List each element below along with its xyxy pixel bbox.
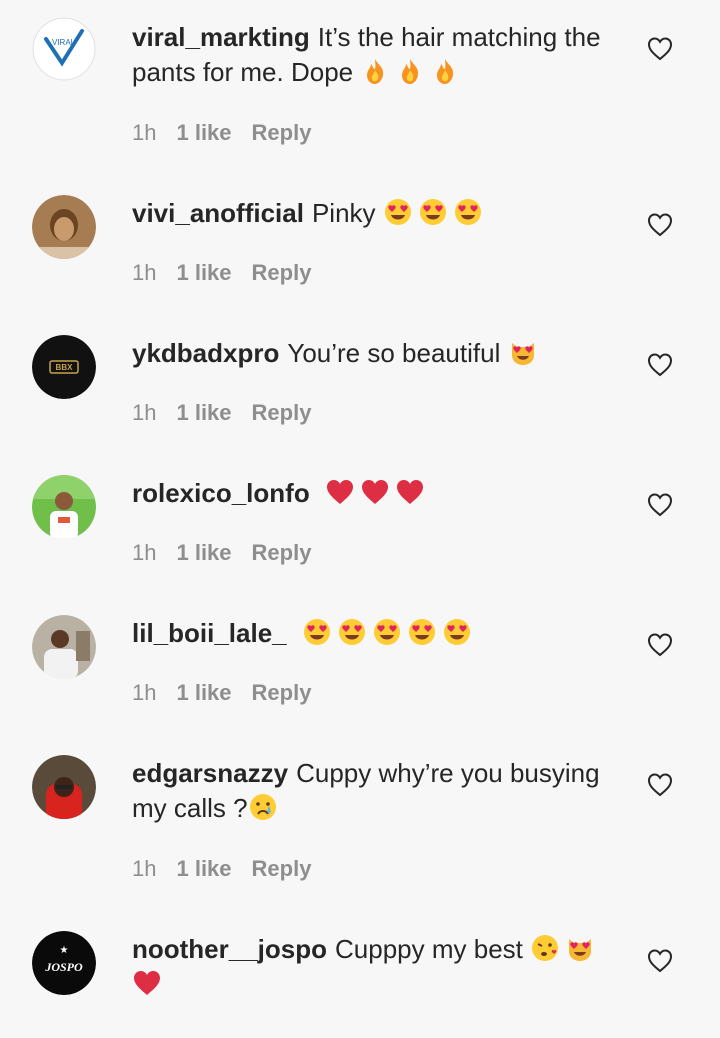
avatar[interactable] [32, 475, 96, 539]
avatar[interactable] [32, 615, 96, 679]
heart-outline-icon [647, 773, 673, 797]
comment-username[interactable]: edgarsnazzy [132, 758, 288, 788]
heart-eyes-emoji [407, 617, 437, 647]
kiss-emoji [530, 933, 560, 963]
like-button[interactable] [646, 35, 674, 63]
comment-username[interactable]: lil_boii_lale_ [132, 618, 287, 648]
avatar[interactable]: VIRAL [32, 17, 96, 81]
comment-likes[interactable]: 1 like [176, 538, 231, 568]
avatar[interactable] [32, 195, 96, 259]
comment-meta: 1h 1 like Reply [132, 118, 331, 148]
svg-text:★: ★ [60, 945, 69, 956]
comment-meta: 1h 1 like Reply [132, 854, 331, 884]
comment-body: Pinky [311, 198, 376, 228]
comment-likes[interactable]: 1 like [176, 678, 231, 708]
comment-username[interactable]: viral_markting [132, 22, 310, 52]
avatar[interactable]: BBX [32, 335, 96, 399]
comment-body: Cupppy my best [335, 934, 523, 964]
red-heart-emoji [325, 477, 355, 507]
reply-button[interactable]: Reply [252, 538, 312, 568]
reply-button[interactable]: Reply [252, 398, 312, 428]
comment-meta: 1h 1 like Reply [132, 538, 331, 568]
comment-time: 1h [132, 260, 157, 285]
comment-text: rolexico_lonfo [132, 476, 602, 511]
heart-outline-icon [647, 37, 673, 61]
heart-eyes-emoji [302, 617, 332, 647]
like-button[interactable] [646, 211, 674, 239]
reply-button[interactable]: Reply [252, 678, 312, 708]
fire-emoji [360, 56, 390, 86]
like-button[interactable] [646, 631, 674, 659]
heart-outline-icon [647, 353, 673, 377]
comment-text: vivi_anofficial Pinky [132, 196, 602, 231]
heart-outline-icon [647, 949, 673, 973]
like-button[interactable] [646, 771, 674, 799]
heart-eyes-emoji [337, 617, 367, 647]
reply-button[interactable]: Reply [252, 854, 312, 884]
heart-eyes-cat-emoji [565, 933, 595, 963]
heart-eyes-cat-emoji [508, 337, 538, 367]
heart-eyes-emoji [418, 197, 448, 227]
comment-list: VIRAL viral_markting It’s the hair matchi… [0, 0, 720, 1038]
fire-emoji [430, 56, 460, 86]
comment-likes[interactable]: 1 like [176, 854, 231, 884]
comment-username[interactable]: rolexico_lonfo [132, 478, 310, 508]
comment-text: noother__jospo Cupppy my best [132, 932, 602, 1002]
comment-time: 1h [132, 540, 157, 565]
like-button[interactable] [646, 351, 674, 379]
comment-meta: 1h 1 like Reply [132, 678, 331, 708]
red-heart-emoji [360, 477, 390, 507]
fire-emoji [395, 56, 425, 86]
comment-text: edgarsnazzy Cuppy why’re you busying my c… [132, 756, 602, 826]
comment-text: viral_markting It’s the hair matching the… [132, 20, 602, 90]
red-heart-emoji [395, 477, 425, 507]
comment-time: 1h [132, 680, 157, 705]
comment-likes[interactable]: 1 like [176, 258, 231, 288]
heart-eyes-emoji [383, 197, 413, 227]
reply-button[interactable]: Reply [252, 258, 312, 288]
comment-likes[interactable]: 1 like [176, 398, 231, 428]
comment-text: lil_boii_lale_ [132, 616, 602, 651]
comment-username[interactable]: ykdbadxpro [132, 338, 279, 368]
avatar-label: JOSPO [44, 960, 83, 974]
comment-time: 1h [132, 120, 157, 145]
avatar-label: BBX [56, 363, 74, 372]
heart-eyes-emoji [453, 197, 483, 227]
comment-meta: 1h 1 like Reply [132, 258, 331, 288]
comment-text: ykdbadxpro You’re so beautiful [132, 336, 602, 371]
comment-username[interactable]: noother__jospo [132, 934, 327, 964]
heart-outline-icon [647, 493, 673, 517]
heart-outline-icon [647, 633, 673, 657]
avatar[interactable] [32, 755, 96, 819]
comment-body: You’re so beautiful [287, 338, 501, 368]
comment-time: 1h [132, 856, 157, 881]
heart-eyes-emoji [372, 617, 402, 647]
reply-button[interactable]: Reply [252, 118, 312, 148]
comment-meta: 1h 1 like Reply [132, 398, 331, 428]
like-button[interactable] [646, 491, 674, 519]
avatar[interactable]: ★ JOSPO [32, 931, 96, 995]
crying-emoji [248, 792, 278, 822]
heart-eyes-emoji [442, 617, 472, 647]
like-button[interactable] [646, 947, 674, 975]
comment-likes[interactable]: 1 like [176, 118, 231, 148]
avatar-label: VIRAL [52, 38, 76, 47]
comment-username[interactable]: vivi_anofficial [132, 198, 304, 228]
red-heart-emoji [132, 968, 162, 998]
comment-time: 1h [132, 400, 157, 425]
heart-outline-icon [647, 213, 673, 237]
